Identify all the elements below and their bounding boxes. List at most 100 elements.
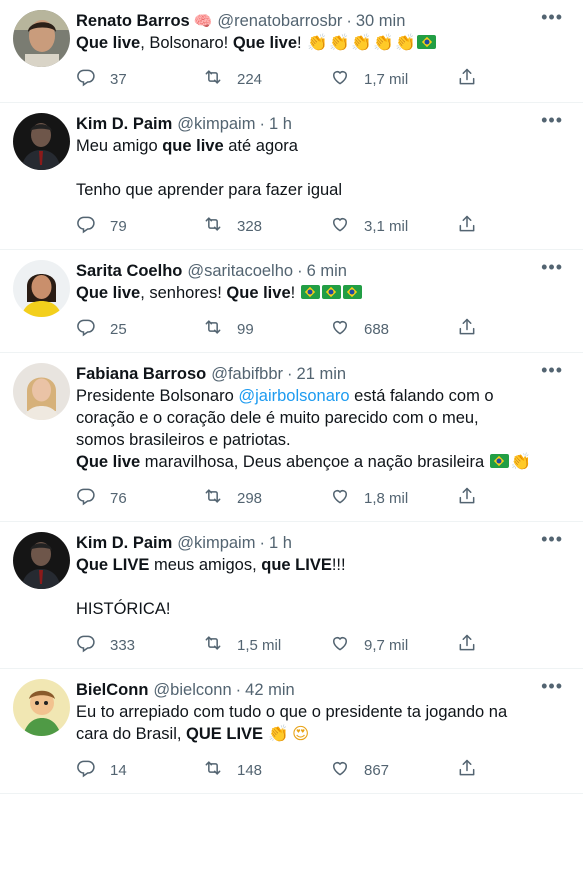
- author-handle[interactable]: @kimpaim: [177, 115, 255, 134]
- tweet-actions: 14 148 867: [76, 747, 567, 793]
- author-name[interactable]: Fabiana Barroso: [76, 365, 206, 384]
- tweet-time[interactable]: 1 h: [269, 534, 292, 553]
- bold-text: Que live: [226, 284, 291, 302]
- retweet-icon: [203, 486, 237, 510]
- like-count: 3,1 mil: [364, 217, 409, 235]
- avatar[interactable]: [12, 363, 70, 420]
- more-options-icon[interactable]: •••: [541, 677, 563, 695]
- tweet-time[interactable]: 42 min: [245, 681, 295, 700]
- retweet-button[interactable]: 224: [203, 67, 330, 91]
- more-options-icon[interactable]: •••: [541, 530, 563, 548]
- tweet-time[interactable]: 21 min: [297, 365, 347, 384]
- retweet-button[interactable]: 99: [203, 317, 330, 341]
- reply-icon: [76, 67, 110, 91]
- tweet-line: Eu to arrepiado com tudo o que o preside…: [76, 701, 567, 723]
- text-segment: Presidente Bolsonaro: [76, 387, 239, 405]
- author-name[interactable]: Renato Barros: [76, 12, 190, 31]
- author-handle[interactable]: @saritacoelho: [187, 262, 293, 281]
- text-segment: !!!: [331, 556, 346, 574]
- tweet-time[interactable]: 6 min: [307, 262, 347, 281]
- author-name[interactable]: Kim D. Paim: [76, 115, 172, 134]
- share-button[interactable]: [457, 633, 477, 657]
- retweet-count: 1,5 mil: [237, 636, 282, 654]
- author-handle[interactable]: @renatobarrosbr: [217, 12, 342, 31]
- tweet[interactable]: Kim D. Paim @kimpaim · 1 h Que LIVE meus…: [0, 522, 583, 669]
- like-button[interactable]: 1,8 mil: [330, 486, 457, 510]
- avatar[interactable]: [12, 532, 70, 589]
- tweet[interactable]: Fabiana Barroso @fabifbbr · 21 min Presi…: [0, 353, 583, 522]
- avatar[interactable]: [12, 260, 70, 317]
- text-segment: !: [297, 34, 307, 52]
- share-button[interactable]: [457, 67, 477, 91]
- author-handle[interactable]: @fabifbbr: [211, 365, 283, 384]
- like-button[interactable]: 1,7 mil: [330, 67, 457, 91]
- bold-text: Que LIVE: [76, 556, 150, 574]
- tweet-line: somos brasileiros e patriotas.: [76, 429, 567, 451]
- reply-count: 79: [110, 217, 127, 235]
- more-options-icon[interactable]: •••: [541, 111, 563, 129]
- text-segment: !: [290, 284, 300, 302]
- like-button[interactable]: 9,7 mil: [330, 633, 457, 657]
- tweet-time[interactable]: 30 min: [356, 12, 406, 31]
- share-button[interactable]: [457, 758, 477, 782]
- tweet[interactable]: Kim D. Paim @kimpaim · 1 h Meu amigo que…: [0, 103, 583, 250]
- reply-button[interactable]: 333: [76, 633, 203, 657]
- separator-dot: ·: [259, 114, 265, 133]
- tweet[interactable]: BielConn @bielconn · 42 min Eu to arrepi…: [0, 669, 583, 794]
- reply-button[interactable]: 14: [76, 758, 203, 782]
- tweet-actions: 79 328 3,1 mil: [76, 203, 567, 249]
- more-options-icon[interactable]: •••: [541, 258, 563, 276]
- share-button[interactable]: [457, 214, 477, 238]
- avatar[interactable]: [12, 10, 70, 67]
- text-segment: cara do Brasil,: [76, 725, 187, 743]
- share-icon: [457, 758, 477, 782]
- share-button[interactable]: [457, 317, 477, 341]
- tweet-text: Que LIVE meus amigos, que LIVE!!! HISTÓRI…: [76, 554, 567, 620]
- like-button[interactable]: 688: [330, 317, 457, 341]
- reply-count: 37: [110, 70, 127, 88]
- text-segment: somos brasileiros e patriotas.: [76, 431, 291, 449]
- retweet-button[interactable]: 1,5 mil: [203, 633, 330, 657]
- more-options-icon[interactable]: •••: [541, 361, 563, 379]
- more-options-icon[interactable]: •••: [541, 8, 563, 26]
- author-name[interactable]: BielConn: [76, 681, 148, 700]
- author-name[interactable]: Kim D. Paim: [76, 534, 172, 553]
- heart-icon: [330, 317, 364, 341]
- mention-link[interactable]: @jairbolsonaro: [238, 387, 349, 405]
- bold-text: Que live: [76, 453, 141, 471]
- author-name[interactable]: Sarita Coelho: [76, 262, 182, 281]
- avatar[interactable]: [12, 679, 70, 736]
- reply-button[interactable]: 79: [76, 214, 203, 238]
- share-icon: [457, 317, 477, 341]
- brazil-flag-emoji: [342, 285, 362, 299]
- avatar[interactable]: [12, 113, 70, 170]
- author-handle[interactable]: @kimpaim: [177, 534, 255, 553]
- reply-icon: [76, 214, 110, 238]
- retweet-button[interactable]: 298: [203, 486, 330, 510]
- author-handle[interactable]: @bielconn: [153, 681, 231, 700]
- reply-icon: [76, 486, 110, 510]
- retweet-button[interactable]: 328: [203, 214, 330, 238]
- retweet-button[interactable]: 148: [203, 758, 330, 782]
- reply-button[interactable]: 37: [76, 67, 203, 91]
- clapping-hands-emoji: 👏: [394, 34, 416, 52]
- reply-button[interactable]: 25: [76, 317, 203, 341]
- share-icon: [457, 214, 477, 238]
- like-button[interactable]: 867: [330, 758, 457, 782]
- separator-dot: ·: [297, 261, 303, 280]
- text-segment: coração e o coração dele é muito parecid…: [76, 409, 479, 427]
- like-button[interactable]: 3,1 mil: [330, 214, 457, 238]
- retweet-icon: [203, 67, 237, 91]
- tweet-line: Que live, senhores! Que live!: [76, 282, 567, 304]
- tweet[interactable]: Renato Barros 🧠 @renatobarrosbr · 30 min…: [0, 0, 583, 103]
- text-segment: está falando com o: [349, 387, 494, 405]
- retweet-count: 99: [237, 320, 254, 338]
- tweet-text: Meu amigo que live até agora Tenho que ap…: [76, 135, 567, 201]
- tweet-time[interactable]: 1 h: [269, 115, 292, 134]
- share-button[interactable]: [457, 486, 477, 510]
- reply-button[interactable]: 76: [76, 486, 203, 510]
- tweet[interactable]: Sarita Coelho @saritacoelho · 6 min Que …: [0, 250, 583, 353]
- clapping-hands-emoji: 👏: [306, 34, 328, 52]
- brazil-flag-emoji: [417, 35, 437, 49]
- reply-count: 76: [110, 489, 127, 507]
